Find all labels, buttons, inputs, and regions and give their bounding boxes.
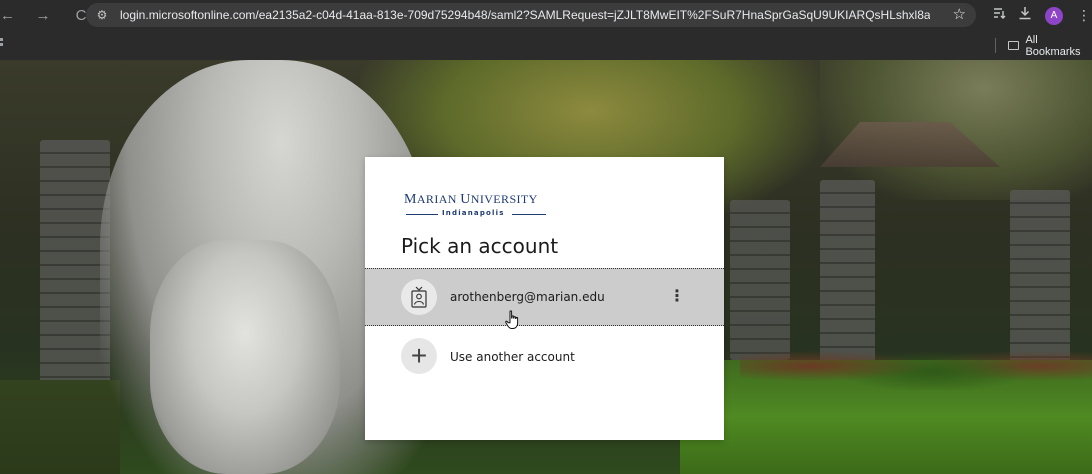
account-options-icon[interactable]: ⋮ [665, 285, 689, 309]
site-info-icon[interactable]: ⚙ [94, 8, 110, 22]
login-page: MARIAN UNIVERSITY Indianapolis Pick an a… [0, 60, 1092, 474]
logo-rule [512, 214, 546, 215]
bookmarks-divider [995, 38, 996, 53]
hand-pointer-cursor-icon [505, 310, 521, 330]
account-email: arothenberg@marian.edu [450, 290, 605, 304]
all-bookmarks-label: All Bookmarks [1025, 33, 1081, 58]
background-statue-detail [150, 240, 340, 474]
bookmarks-bar: All Bookmarks [0, 31, 1092, 60]
logo-city: Indianapolis [442, 209, 505, 217]
plus-icon: + [401, 338, 437, 374]
reading-list-icon[interactable] [993, 0, 1007, 31]
back-icon[interactable]: ← [0, 0, 15, 31]
logo-rule [406, 214, 438, 215]
use-another-account-label: Use another account [450, 350, 575, 364]
browser-menu-icon[interactable]: ⋮ [1077, 0, 1091, 31]
badge-person-icon [401, 279, 437, 315]
apps-icon[interactable] [0, 38, 4, 50]
logo-subline: Indianapolis [404, 209, 547, 219]
account-tile[interactable]: arothenberg@marian.edu ⋮ [365, 268, 724, 326]
page-title: Pick an account [401, 234, 559, 258]
profile-avatar[interactable]: A [1045, 7, 1063, 25]
login-card: MARIAN UNIVERSITY Indianapolis Pick an a… [365, 157, 724, 440]
use-another-account-tile[interactable]: + Use another account [365, 327, 724, 385]
browser-toolbar: ← → C ⚙ login.microsoftonline.com/ea2135… [0, 0, 1092, 31]
logo-wordmark: MARIAN UNIVERSITY [404, 192, 538, 207]
download-icon[interactable] [1018, 0, 1032, 31]
university-logo: MARIAN UNIVERSITY Indianapolis [404, 192, 554, 222]
url-text[interactable]: login.microsoftonline.com/ea2135a2-c04d-… [120, 8, 930, 22]
all-bookmarks-button[interactable]: All Bookmarks [1008, 31, 1092, 60]
folder-icon [1008, 41, 1020, 50]
address-bar[interactable]: ⚙ login.microsoftonline.com/ea2135a2-c04… [86, 3, 976, 27]
forward-icon[interactable]: → [32, 0, 54, 31]
bookmark-star-icon[interactable]: ☆ [953, 5, 966, 23]
background-shrubs [740, 330, 1092, 390]
